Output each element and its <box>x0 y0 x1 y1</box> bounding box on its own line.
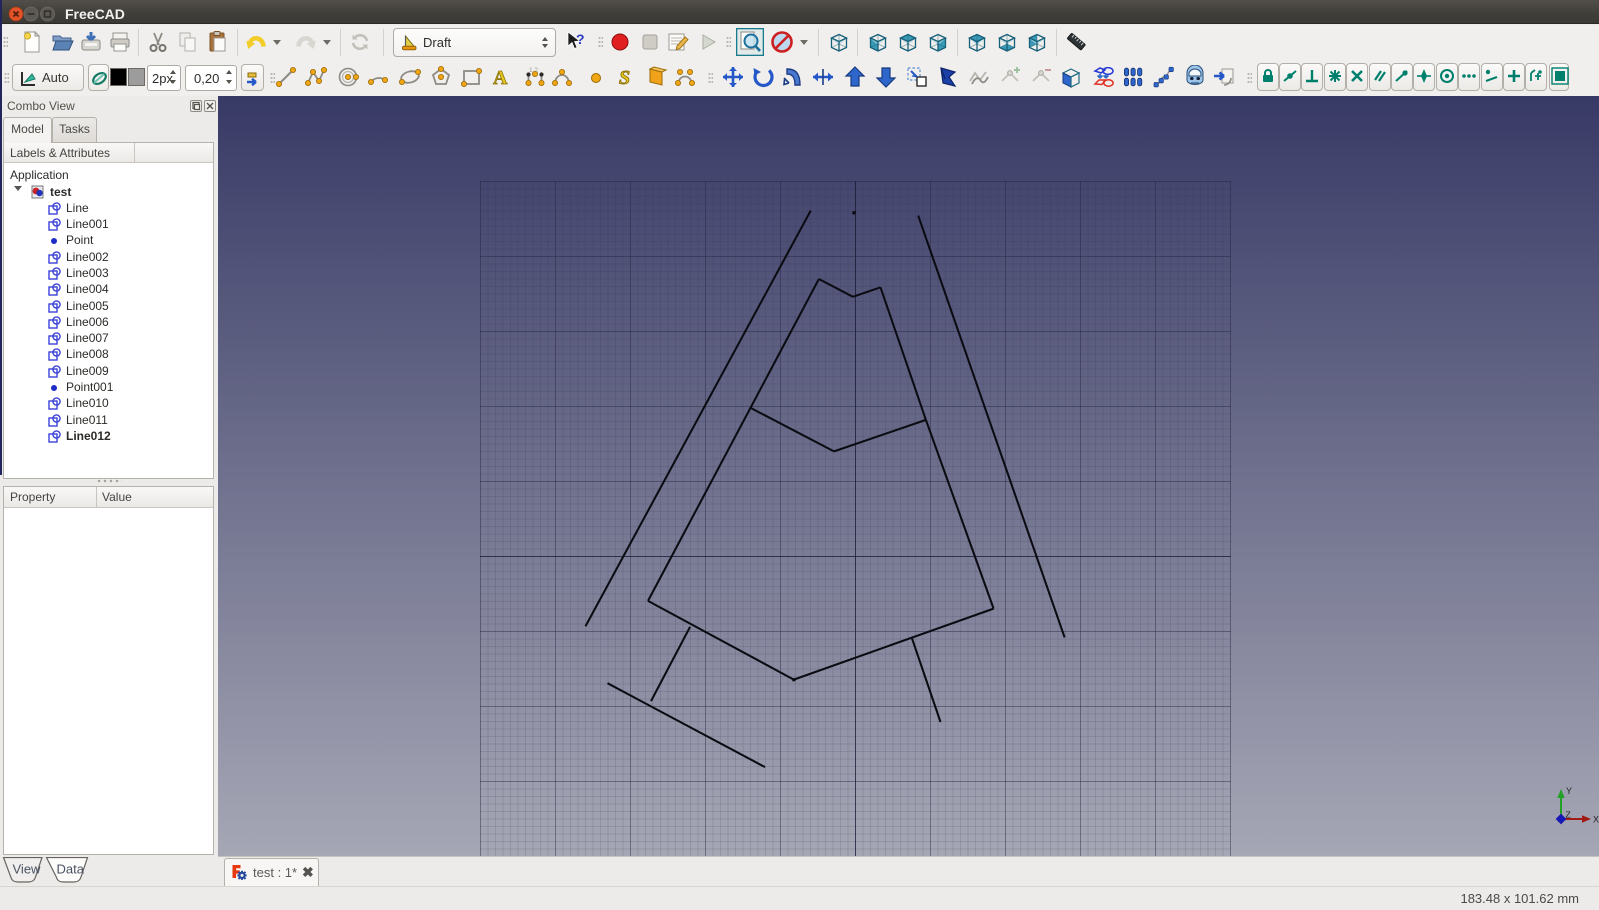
svg-text:View: View <box>13 862 42 877</box>
svg-text:X: X <box>1593 815 1599 825</box>
svg-text:A: A <box>493 67 508 89</box>
svg-text:Y: Y <box>1566 786 1572 796</box>
svg-text:Data: Data <box>57 862 85 877</box>
svg-text:Z: Z <box>1566 810 1571 820</box>
svg-text:S: S <box>619 67 630 89</box>
svg-text:?: ? <box>576 31 585 47</box>
